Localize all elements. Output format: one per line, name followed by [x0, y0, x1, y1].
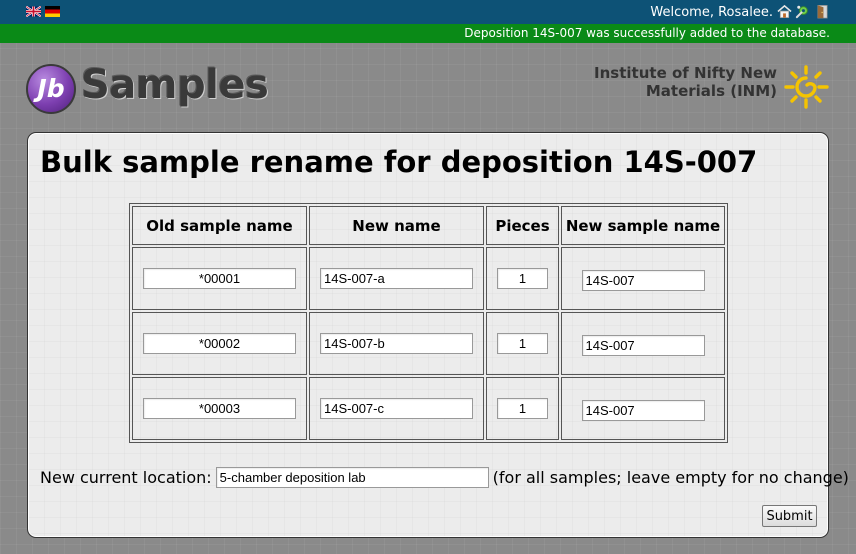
new-sample-name-cell [561, 247, 725, 310]
location-label: New current location: [40, 468, 212, 487]
preferences-icon[interactable] [795, 4, 810, 19]
welcome-text: Welcome, Rosalee. [650, 5, 773, 20]
old-name-cell [132, 312, 307, 375]
institute-name: Institute of Nifty New Materials (INM) [567, 64, 777, 100]
logout-icon[interactable] [815, 4, 830, 19]
success-notification: Deposition 14S-007 was successfully adde… [0, 24, 856, 43]
old-name-input[interactable] [143, 268, 296, 289]
new-name-cell [309, 247, 484, 310]
pieces-input[interactable] [497, 333, 548, 354]
column-header-new-name: New name [309, 206, 484, 245]
uk-flag-icon[interactable] [26, 6, 41, 17]
top-bar: Welcome, Rosalee. [0, 0, 856, 24]
jb-logo-badge: Jb [26, 64, 76, 114]
success-message: Deposition 14S-007 was successfully adde… [464, 26, 830, 40]
location-hint: (for all samples; leave empty for no cha… [492, 468, 849, 487]
new-sample-name-input[interactable] [581, 335, 705, 356]
german-flag-icon[interactable] [45, 6, 60, 17]
old-name-cell [132, 377, 307, 440]
logo-text: Samples [81, 62, 269, 108]
old-name-cell [132, 247, 307, 310]
new-sample-name-cell [561, 377, 725, 440]
institute-name-line2: Materials (INM) [645, 82, 777, 100]
table-row [132, 377, 725, 440]
location-input[interactable] [215, 467, 489, 488]
location-row: New current location: (for all samples; … [40, 467, 849, 488]
sun-logo-icon [784, 65, 829, 109]
app-logo[interactable]: Jb Samples [26, 62, 286, 116]
new-name-input[interactable] [320, 268, 473, 289]
new-name-cell [309, 377, 484, 440]
column-header-old-name: Old sample name [132, 206, 307, 245]
column-header-pieces: Pieces [486, 206, 559, 245]
column-header-new-sample-name: New sample name [561, 206, 725, 245]
new-sample-name-input[interactable] [581, 400, 705, 421]
old-name-input[interactable] [143, 333, 296, 354]
pieces-input[interactable] [497, 268, 548, 289]
table-header-row: Old sample name New name Pieces New samp… [132, 206, 725, 245]
new-name-input[interactable] [320, 333, 473, 354]
submit-button[interactable]: Submit [762, 505, 817, 527]
rename-table: Old sample name New name Pieces New samp… [129, 203, 728, 443]
table-row [132, 247, 725, 310]
main-panel: Bulk sample rename for deposition 14S-00… [27, 132, 849, 538]
old-name-input[interactable] [143, 398, 296, 419]
pieces-cell [486, 247, 559, 310]
pieces-input[interactable] [497, 398, 548, 419]
new-sample-name-input[interactable] [581, 270, 705, 291]
home-icon[interactable] [777, 4, 792, 19]
new-name-cell [309, 312, 484, 375]
new-name-input[interactable] [320, 398, 473, 419]
pieces-cell [486, 377, 559, 440]
page-title: Bulk sample rename for deposition 14S-00… [40, 145, 758, 179]
pieces-cell [486, 312, 559, 375]
new-sample-name-cell [561, 312, 725, 375]
institute-name-line1: Institute of Nifty New [594, 64, 777, 82]
table-row [132, 312, 725, 375]
